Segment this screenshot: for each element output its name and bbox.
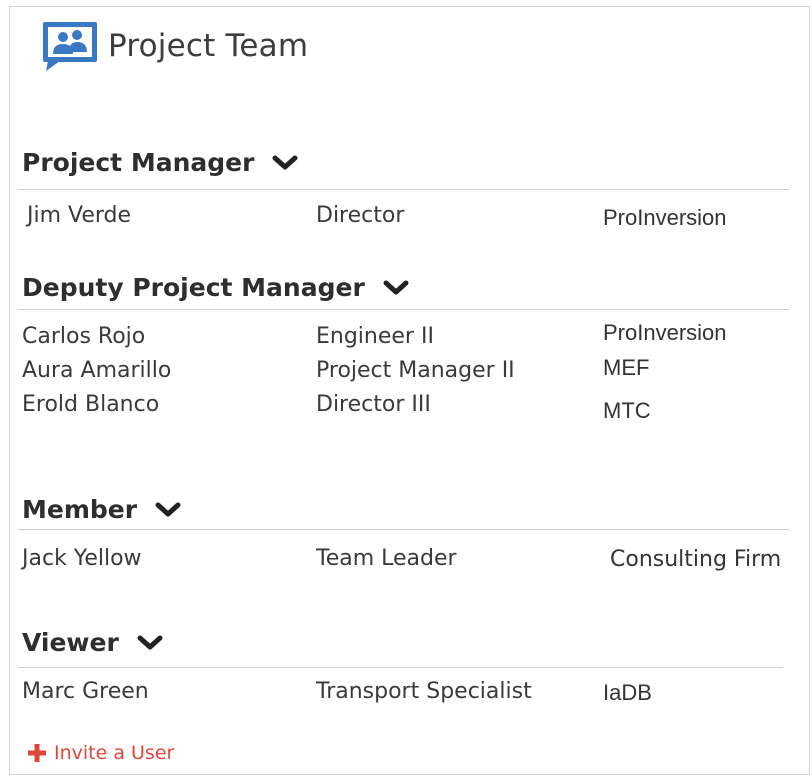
member-name: Erold Blanco (22, 392, 160, 417)
chevron-down-icon[interactable] (272, 153, 298, 173)
chevron-down-icon[interactable] (137, 633, 163, 653)
chevron-down-icon[interactable] (383, 278, 409, 298)
divider (18, 667, 783, 668)
section-header-project-manager[interactable]: Project Manager (22, 148, 298, 177)
member-org: ProInversion (603, 320, 727, 345)
section-header-deputy-project-manager[interactable]: Deputy Project Manager (22, 273, 409, 302)
member-org: ProInversion (603, 205, 727, 230)
member-name: Carlos Rojo (22, 324, 146, 349)
member-org: IaDB (603, 680, 652, 705)
member-role: Project Manager II (316, 358, 515, 383)
member-name: Jim Verde (27, 203, 132, 228)
invite-label: Invite a User (54, 742, 175, 764)
chevron-down-icon[interactable] (155, 500, 181, 520)
member-role: Director (316, 203, 405, 228)
plus-icon (28, 744, 46, 762)
invite-user-link[interactable]: Invite a User (28, 742, 174, 764)
page-title: Project Team (108, 28, 309, 64)
member-name: Jack Yellow (22, 546, 142, 571)
member-role: Team Leader (316, 546, 457, 571)
section-title: Member (22, 495, 138, 524)
people-chat-icon (40, 21, 100, 73)
section-title: Viewer (22, 628, 119, 657)
divider (18, 529, 789, 530)
member-role: Engineer II (316, 324, 434, 349)
divider (18, 189, 789, 190)
section-title: Deputy Project Manager (22, 273, 365, 302)
section-header-viewer[interactable]: Viewer (22, 628, 163, 657)
project-team-panel (9, 6, 810, 775)
section-title: Project Manager (22, 148, 255, 177)
member-org: MEF (603, 355, 650, 380)
divider (18, 309, 789, 310)
member-role: Transport Specialist (316, 679, 532, 704)
member-name: Marc Green (22, 679, 149, 704)
member-org: Consulting Firm (610, 547, 782, 572)
member-org: MTC (603, 398, 651, 423)
panel-header (40, 22, 100, 72)
member-role: Director III (316, 392, 431, 417)
section-header-member[interactable]: Member (22, 495, 181, 524)
member-name: Aura Amarillo (22, 358, 172, 383)
